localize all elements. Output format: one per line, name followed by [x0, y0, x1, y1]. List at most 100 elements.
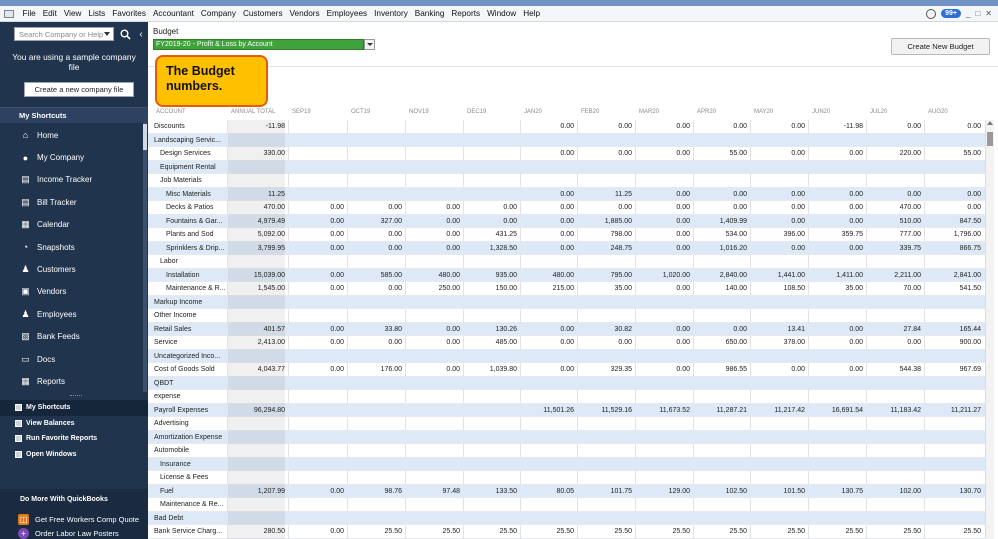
amount-cell[interactable]	[406, 134, 460, 148]
column-header[interactable]: SEP19	[292, 109, 311, 115]
amount-cell[interactable]	[751, 444, 805, 458]
shortcut-income-tracker[interactable]: ▤ Income Tracker	[0, 169, 148, 191]
amount-cell[interactable]	[925, 431, 981, 445]
amount-cell[interactable]: 0.00	[348, 228, 402, 242]
menu-edit[interactable]: Edit	[39, 9, 60, 18]
amount-cell[interactable]: 1,796.00	[925, 228, 981, 242]
amount-cell[interactable]: 102.50	[694, 485, 747, 499]
amount-cell[interactable]: 25.50	[636, 525, 690, 539]
amount-cell[interactable]: 0.00	[636, 188, 690, 202]
amount-cell[interactable]	[751, 417, 805, 431]
amount-cell[interactable]: 0.00	[751, 242, 805, 256]
amount-cell[interactable]	[521, 431, 574, 445]
amount-cell[interactable]	[348, 431, 402, 445]
amount-cell[interactable]	[406, 390, 460, 404]
amount-cell[interactable]	[867, 431, 921, 445]
amount-cell[interactable]: 480.00	[406, 269, 460, 283]
amount-cell[interactable]	[925, 134, 981, 148]
amount-cell[interactable]	[348, 188, 402, 202]
amount-cell[interactable]	[694, 458, 747, 472]
amount-cell[interactable]	[464, 134, 517, 148]
table-row[interactable]: Bank Service Charg... 280.50 0.00 25.50 25.5…	[148, 525, 986, 539]
amount-cell[interactable]	[406, 498, 460, 512]
amount-cell[interactable]: 13.41	[751, 323, 805, 337]
nav-run-favorite-reports[interactable]: Run Favorite Reports	[0, 431, 148, 447]
amount-cell[interactable]: 0.00	[809, 323, 863, 337]
table-row[interactable]: Automobile	[148, 444, 986, 458]
amount-cell[interactable]	[867, 350, 921, 364]
amount-cell[interactable]	[521, 390, 574, 404]
table-row[interactable]: Misc Materials 11.25 0.00 11.25 0.00 0.00 0.00…	[148, 187, 986, 202]
table-row[interactable]: Advertising	[148, 417, 986, 431]
column-header[interactable]: NOV19	[409, 109, 429, 115]
amount-cell[interactable]: 339.75	[867, 242, 921, 256]
amount-cell[interactable]: 55.00	[694, 147, 747, 161]
amount-cell[interactable]	[694, 498, 747, 512]
amount-cell[interactable]	[578, 174, 632, 188]
menu-help[interactable]: Help	[520, 9, 544, 18]
amount-cell[interactable]: 0.00	[406, 201, 460, 215]
amount-cell[interactable]: 25.50	[464, 525, 517, 539]
amount-cell[interactable]	[406, 120, 460, 134]
table-row[interactable]: Markup Income	[148, 295, 986, 310]
search-icon[interactable]	[118, 27, 132, 41]
amount-cell[interactable]	[578, 498, 632, 512]
amount-cell[interactable]: 0.00	[289, 363, 344, 377]
amount-cell[interactable]: 0.00	[578, 147, 632, 161]
amount-cell[interactable]: 101.50	[751, 485, 805, 499]
table-row[interactable]: QBDT	[148, 376, 986, 391]
table-row[interactable]: Job Materials	[148, 174, 986, 188]
amount-cell[interactable]: 25.50	[809, 525, 863, 539]
amount-cell[interactable]	[464, 161, 517, 175]
amount-cell[interactable]	[578, 255, 632, 269]
amount-cell[interactable]: 176.00	[348, 363, 402, 377]
amount-cell[interactable]	[289, 471, 344, 485]
amount-cell[interactable]: 35.00	[578, 282, 632, 296]
amount-cell[interactable]	[521, 512, 574, 526]
amount-cell[interactable]	[289, 188, 344, 202]
menu-favorites[interactable]: Favorites	[109, 9, 150, 18]
amount-cell[interactable]: 1,409.99	[694, 215, 747, 229]
amount-cell[interactable]	[809, 255, 863, 269]
amount-cell[interactable]	[751, 174, 805, 188]
amount-cell[interactable]	[406, 417, 460, 431]
amount-cell[interactable]: 585.00	[348, 269, 402, 283]
amount-cell[interactable]: 11,529.16	[578, 404, 632, 418]
column-header[interactable]: JUL20	[870, 109, 887, 115]
amount-cell[interactable]: 0.00	[636, 363, 690, 377]
amount-cell[interactable]	[636, 498, 690, 512]
amount-cell[interactable]	[348, 309, 402, 323]
column-header[interactable]: OCT19	[351, 109, 370, 115]
amount-cell[interactable]	[348, 444, 402, 458]
amount-cell[interactable]: 0.00	[751, 363, 805, 377]
amount-cell[interactable]	[636, 377, 690, 391]
amount-cell[interactable]: 11,287.21	[694, 404, 747, 418]
amount-cell[interactable]	[636, 458, 690, 472]
amount-cell[interactable]: 0.00	[521, 228, 574, 242]
amount-cell[interactable]	[289, 255, 344, 269]
amount-cell[interactable]: 0.00	[406, 336, 460, 350]
menu-employees[interactable]: Employees	[323, 9, 371, 18]
amount-cell[interactable]	[751, 431, 805, 445]
amount-cell[interactable]	[521, 377, 574, 391]
amount-cell[interactable]	[406, 255, 460, 269]
amount-cell[interactable]	[464, 417, 517, 431]
shortcut-customers[interactable]: ♟ Customers	[0, 258, 148, 280]
amount-cell[interactable]: 250.00	[406, 282, 460, 296]
column-header[interactable]: DEC19	[467, 109, 486, 115]
amount-cell[interactable]: 777.00	[867, 228, 921, 242]
amount-cell[interactable]: 0.00	[464, 215, 517, 229]
amount-cell[interactable]	[636, 471, 690, 485]
amount-cell[interactable]	[289, 404, 344, 418]
amount-cell[interactable]: 0.00	[636, 201, 690, 215]
amount-cell[interactable]: 0.00	[348, 242, 402, 256]
amount-cell[interactable]: 0.00	[348, 201, 402, 215]
amount-cell[interactable]	[867, 255, 921, 269]
amount-cell[interactable]: 470.00	[867, 201, 921, 215]
amount-cell[interactable]: 0.00	[406, 215, 460, 229]
sidebar-scrollbar[interactable]	[143, 122, 147, 392]
amount-cell[interactable]	[867, 296, 921, 310]
amount-cell[interactable]: 1,328.50	[464, 242, 517, 256]
amount-cell[interactable]	[867, 444, 921, 458]
table-row[interactable]: Fuel 1,207.99 0.00 98.76 97.48 133.50 80.05 101…	[148, 484, 986, 499]
